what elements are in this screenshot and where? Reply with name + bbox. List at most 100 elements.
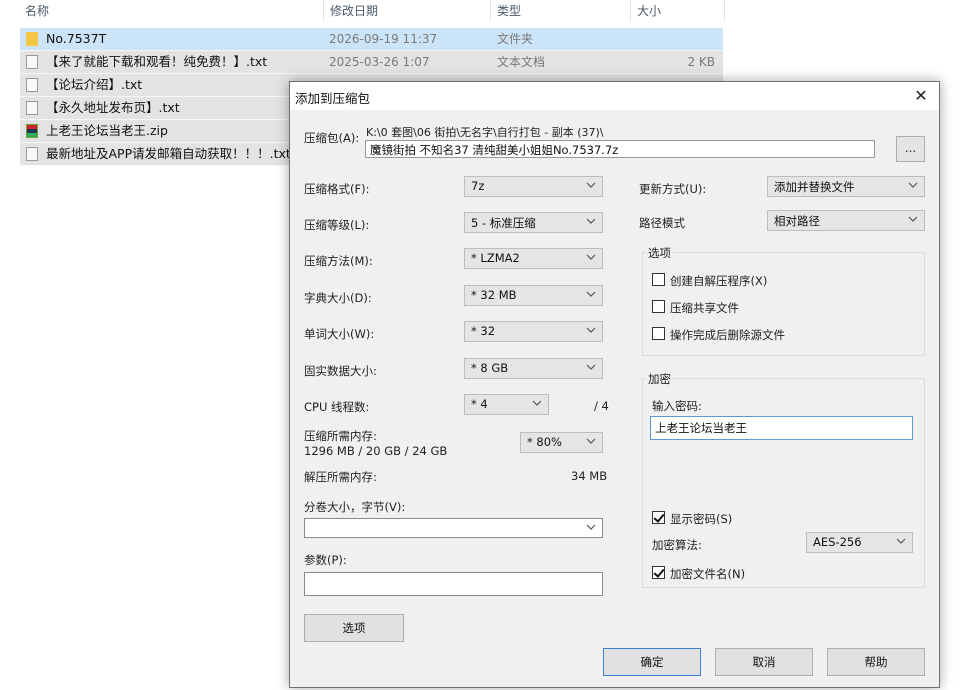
file-name: 上老王论坛当老王.zip [46, 123, 168, 138]
chevron-down-icon [586, 252, 596, 262]
browse-button[interactable]: ... [896, 136, 925, 162]
level-value: 5 - 标准压缩 [471, 216, 536, 230]
text-file-icon [26, 101, 38, 115]
pathmode-select[interactable]: 相对路径 [767, 210, 925, 231]
add-to-archive-dialog: 添加到压缩包 ✕ 压缩包(A): K:\0 套图\06 街拍\无名字\自行打包 … [289, 81, 940, 688]
cancel-button[interactable]: 取消 [715, 648, 813, 676]
archive-name-value: 魔镜街拍 不知名37 清纯甜美小姐姐No.7537.7z [370, 143, 619, 157]
chevron-down-icon[interactable] [370, 142, 380, 152]
threads-label: CPU 线程数: [304, 400, 370, 414]
encryption-method-value: AES-256 [813, 535, 862, 549]
chevron-down-icon [586, 436, 596, 446]
zip-archive-icon [26, 124, 38, 138]
method-label: 压缩方法(M): [304, 254, 373, 268]
threads-select[interactable]: * 4 [464, 394, 549, 415]
help-button[interactable]: 帮助 [827, 648, 925, 676]
memory-select[interactable]: * 80% [520, 432, 603, 453]
pathmode-value: 相对路径 [774, 214, 820, 228]
memory-value: * 80% [527, 435, 562, 449]
password-value: 上老王论坛当老王 [655, 421, 747, 435]
volume-label: 分卷大小，字节(V): [304, 500, 406, 514]
delete-after-checkbox[interactable] [652, 327, 665, 340]
folder-icon [26, 32, 38, 46]
encrypt-filenames-label[interactable]: 加密文件名(N) [670, 566, 745, 582]
dialog-title: 添加到压缩包 [295, 91, 371, 106]
level-select[interactable]: 5 - 标准压缩 [464, 212, 603, 233]
shared-label[interactable]: 压缩共享文件 [670, 300, 739, 316]
archive-path: K:\0 套图\06 街拍\无名字\自行打包 - 副本 (37)\ [366, 126, 604, 139]
format-select[interactable]: 7z [464, 176, 603, 197]
file-name: 【论坛介绍】.txt [46, 77, 143, 92]
sfx-label[interactable]: 创建自解压程序(X) [670, 273, 767, 289]
column-divider[interactable] [724, 0, 725, 22]
file-type: 文件夹 [497, 32, 534, 46]
threads-total: / 4 [594, 399, 609, 413]
text-file-icon [26, 78, 38, 92]
volume-size-combo[interactable] [304, 518, 603, 538]
column-divider[interactable] [323, 0, 324, 22]
options-group-title: 选项 [646, 245, 673, 261]
word-value: * 32 [471, 324, 496, 338]
column-headers: 名称 修改日期 类型 大小 [0, 0, 725, 22]
params-label: 参数(P): [304, 553, 347, 567]
column-header-type[interactable]: 类型 [497, 2, 521, 19]
ok-button[interactable]: 确定 [603, 648, 701, 676]
file-row[interactable]: No.7537T 2026-09-19 11:37 文件夹 [20, 28, 723, 51]
params-input[interactable] [304, 572, 603, 596]
delete-after-label[interactable]: 操作完成后删除源文件 [670, 327, 785, 343]
close-icon[interactable]: ✕ [909, 85, 933, 107]
password-label: 输入密码: [652, 399, 702, 413]
decompress-label: 解压所需内存: [304, 470, 377, 484]
file-date: 2025-03-26 1:07 [329, 55, 430, 69]
show-password-label[interactable]: 显示密码(S) [670, 511, 732, 527]
archive-name-combo[interactable]: 魔镜街拍 不知名37 清纯甜美小姐姐No.7537.7z [365, 140, 875, 158]
shared-checkbox[interactable] [652, 300, 665, 313]
update-select[interactable]: 添加并替换文件 [767, 176, 925, 197]
update-value: 添加并替换文件 [774, 180, 855, 194]
method-value: * LZMA2 [471, 251, 520, 265]
word-label: 单词大小(W): [304, 327, 375, 341]
solid-select[interactable]: * 8 GB [464, 358, 603, 379]
chevron-down-icon [586, 216, 596, 226]
password-input[interactable]: 上老王论坛当老王 [650, 416, 913, 440]
file-name: No.7537T [46, 31, 107, 46]
solid-value: * 8 GB [471, 361, 509, 375]
chevron-down-icon [586, 522, 596, 532]
threads-value: * 4 [471, 397, 488, 411]
column-divider[interactable] [630, 0, 631, 22]
column-divider[interactable] [490, 0, 491, 22]
column-header-date[interactable]: 修改日期 [330, 2, 378, 19]
column-header-size[interactable]: 大小 [637, 2, 661, 19]
options-button[interactable]: 选项 [304, 614, 404, 642]
file-date: 2026-09-19 11:37 [329, 32, 438, 46]
level-label: 压缩等级(L): [304, 218, 370, 232]
column-header-name[interactable]: 名称 [25, 2, 49, 19]
file-size: 2 KB [687, 55, 715, 69]
encryption-group-title: 加密 [646, 371, 673, 387]
pathmode-label: 路径模式 [639, 216, 685, 230]
file-name: 最新地址及APP请发邮箱自动获取！！！.txt [46, 146, 291, 161]
dialog-titlebar[interactable]: 添加到压缩包 ✕ [290, 82, 939, 110]
chevron-down-icon [586, 362, 596, 372]
file-name: 【永久地址发布页】.txt [46, 100, 180, 115]
encrypt-filenames-checkbox[interactable] [652, 566, 665, 579]
chevron-down-icon [896, 536, 906, 546]
dict-select[interactable]: * 32 MB [464, 285, 603, 306]
chevron-down-icon [908, 214, 918, 224]
sfx-checkbox[interactable] [652, 273, 665, 286]
show-password-checkbox[interactable] [652, 511, 665, 524]
file-type: 文本文档 [497, 55, 546, 69]
encryption-method-select[interactable]: AES-256 [806, 532, 913, 553]
solid-label: 固实数据大小: [304, 364, 377, 378]
file-row[interactable]: 【来了就能下载和观看！纯免费！】.txt 2025-03-26 1:07 文本文… [20, 51, 723, 74]
file-name: 【来了就能下载和观看！纯免费！】.txt [46, 54, 268, 69]
text-file-icon [26, 55, 38, 69]
update-label: 更新方式(U): [639, 182, 707, 196]
chevron-down-icon [586, 325, 596, 335]
method-select[interactable]: * LZMA2 [464, 248, 603, 269]
memory-label: 压缩所需内存: [304, 429, 377, 443]
text-file-icon [26, 147, 38, 161]
dict-value: * 32 MB [471, 288, 517, 302]
word-select[interactable]: * 32 [464, 321, 603, 342]
encryption-method-label: 加密算法: [652, 538, 702, 552]
